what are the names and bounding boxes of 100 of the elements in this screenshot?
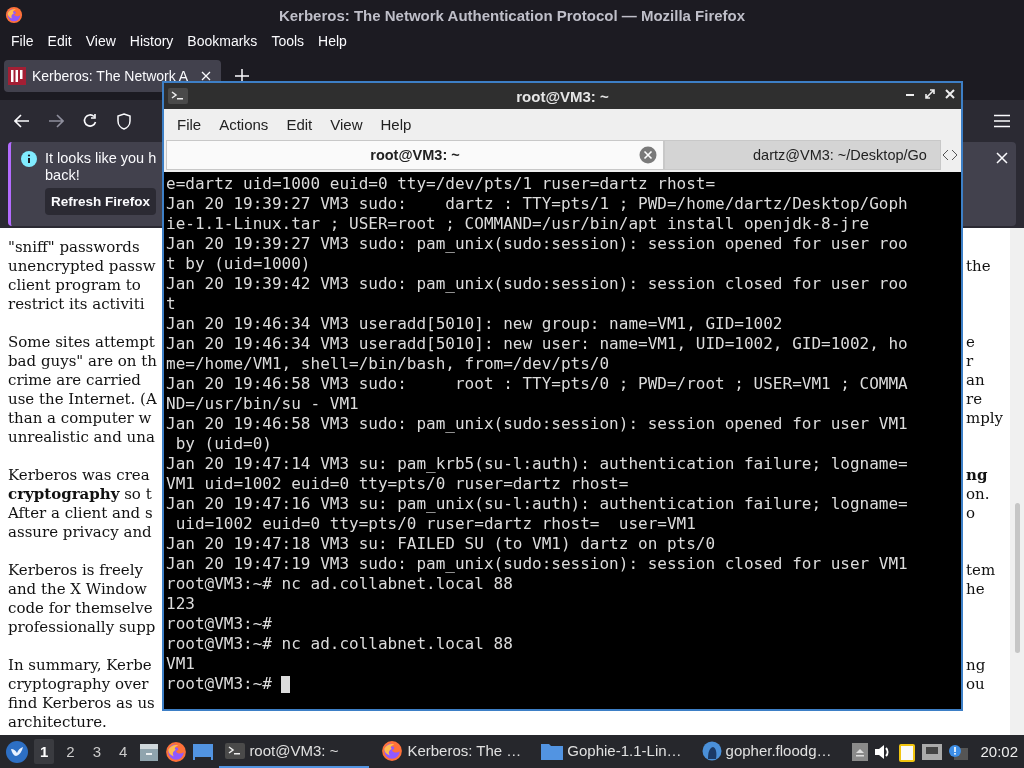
menu-item[interactable]: Actions [210,116,278,133]
article-text: he [966,580,986,599]
article-text: use the Internet. (A [8,390,158,409]
taskbar-task[interactable]: Kerberos: The … [375,735,530,768]
terminal-line: 123 [166,594,195,614]
gopher-icon[interactable] [701,740,722,761]
workspace-button[interactable]: 2 [60,739,81,764]
terminal-line: Jan 20 19:47:18 VM3 su: FAILED SU (to VM1) dartz on pts/0 [166,534,716,554]
clock: 20:02 [980,743,1018,760]
notification-icon[interactable] [948,743,969,760]
terminal-tab[interactable]: root@VM3: ~ [166,140,664,170]
forward-arrow-icon[interactable] [48,114,64,128]
article-text: professionally supp [8,618,157,637]
taskbar-task[interactable]: root@VM3: ~ [219,735,370,768]
window-title: Kerberos: The Network Authentication Protocol — Mozilla Firefox [278,6,746,24]
terminal-line: Jan 20 19:47:19 VM3 sudo: pam_unix(sudo:session): session closed for user VM1 [166,554,908,574]
clipboard-icon[interactable] [898,741,917,762]
terminal-line: VM1 uid=1002 euid=0 tty=pts/0 ruser=dartz rhost= [166,474,629,494]
close-icon[interactable] [943,87,957,101]
terminal-line: e=dartz uid=1000 euid=0 tty=/dev/pts/1 ruser=dartz rhost= [166,174,716,194]
terminal-line: Jan 20 19:39:27 VM3 sudo: dartz : TTY=pts/1 ; PWD=/home/dartz/Desktop/Goph [166,194,908,214]
terminal-line: Jan 20 19:47:16 VM3 su: pam_unix(su-l:auth): authentication failure; logname= [166,494,908,514]
workspace-button[interactable]: 4 [113,739,134,764]
menu-item[interactable]: File [168,116,211,133]
article-text: re [966,390,984,409]
menu-item[interactable]: File [4,33,41,49]
article-text: architecture. [8,713,108,732]
close-icon[interactable] [996,152,1008,164]
article-text: Kerberos was crea [8,466,151,485]
folder-icon[interactable] [541,741,564,760]
notification-text: back! [45,167,81,184]
terminal-line: Jan 20 19:47:14 VM3 su: pam_krb5(su-l:auth): authentication failure; logname= [166,454,908,474]
menu-item[interactable]: Edit [277,116,322,133]
browser-tab[interactable]: Kerberos: The Network A [4,60,221,92]
back-arrow-icon[interactable] [14,114,30,128]
close-icon[interactable] [201,71,211,81]
start-menu-icon[interactable] [6,740,28,763]
info-icon [21,151,37,167]
menu-icon[interactable] [994,114,1010,128]
window-title: root@VM3: ~ [516,87,609,105]
firefox-icon[interactable] [5,6,23,24]
favicon-icon [8,67,26,85]
terminal-icon [168,88,188,104]
scrollbar[interactable] [1010,228,1024,735]
menu-item[interactable]: View [78,33,123,49]
menu-item[interactable]: Bookmarks [180,33,265,49]
article-text: r [966,352,975,371]
new-tab-icon[interactable] [235,69,249,83]
menu-item[interactable]: Help [311,33,354,49]
file-cabinet-icon[interactable] [139,741,160,762]
article-text: ng [966,466,989,485]
desktop-icon[interactable] [193,743,214,760]
article-text: an [966,371,986,390]
terminal-line: ie-1.1-Linux.tar ; USER=root ; COMMAND=/usr/bin/apt install openjdk-8-jre [166,214,870,234]
article-text: o [966,504,977,523]
terminal-line: Jan 20 19:46:58 VM3 sudo: pam_unix(sudo:session): session opened for user VM1 [166,414,908,434]
article-text: code for themselve [8,599,154,618]
menu-item[interactable]: Help [371,116,421,133]
terminal-icon[interactable] [225,742,246,759]
article-text: mply [966,409,1005,428]
article-text: Kerberos is freely [8,561,144,580]
workspace-button[interactable]: 3 [86,739,108,764]
article-text: find Kerberos as us [8,694,156,713]
refresh-button[interactable]: Refresh Firefox [45,188,157,215]
article-text: client program to [8,276,142,295]
terminal-tab[interactable]: dartz@VM3: ~/Desktop/Go [664,140,941,170]
menu-item[interactable]: Tools [264,33,312,49]
reload-icon[interactable] [82,113,98,129]
browser-icon[interactable] [165,740,188,763]
terminal-line: t by (uid=1000) [166,254,311,274]
browser-icon[interactable] [381,739,404,762]
article-text: unencrypted passw [8,257,157,276]
eject-icon[interactable] [852,742,869,761]
maximize-icon[interactable] [923,87,937,101]
shield-icon[interactable] [116,112,132,130]
terminal-line: root@VM3:~# nc ad.collabnet.local 88 [166,634,513,654]
terminal-line: Jan 20 19:39:42 VM3 sudo: pam_unix(sudo:session): session closed for user roo [166,274,908,294]
article-text: assure privacy and [8,523,153,542]
article-text: than a computer w [8,409,153,428]
terminal-line: root@VM3:~# [166,614,272,634]
article-text: bad guys" are on th [8,352,158,371]
taskbar-task[interactable]: Gophie-1.1-Lin… [535,735,690,768]
notification-text: It looks like you h [45,150,157,167]
menu-item[interactable]: View [321,116,372,133]
cursor [280,676,290,693]
menu-item[interactable]: History [122,33,181,49]
article-text: the [966,257,992,276]
taskbar-task[interactable]: gopher.floodg… [695,735,840,768]
article-text: ng [966,656,987,675]
terminal-line: root@VM3:~# [166,674,272,694]
article-text: unrealistic and una [8,428,156,447]
menu-item[interactable]: Edit [40,33,79,49]
terminal-line: Jan 20 19:46:34 VM3 useradd[5010]: new user: name=VM1, UID=1002, GID=1002, ho [166,334,908,354]
terminal-line: Jan 20 19:39:27 VM3 sudo: pam_unix(sudo:session): session opened for user roo [166,234,908,254]
article-text: In summary, Kerbe [8,656,153,675]
terminal-line: me=/home/VM1, shell=/bin/bash, from=/dev/pts/0 [166,354,610,374]
terminal-line: Jan 20 19:46:34 VM3 useradd[5010]: new group: name=VM1, GID=1002 [166,314,783,334]
network-icon[interactable] [922,743,943,760]
article-text: Some sites attempt [8,333,156,352]
workspace-button[interactable]: 1 [34,739,55,764]
